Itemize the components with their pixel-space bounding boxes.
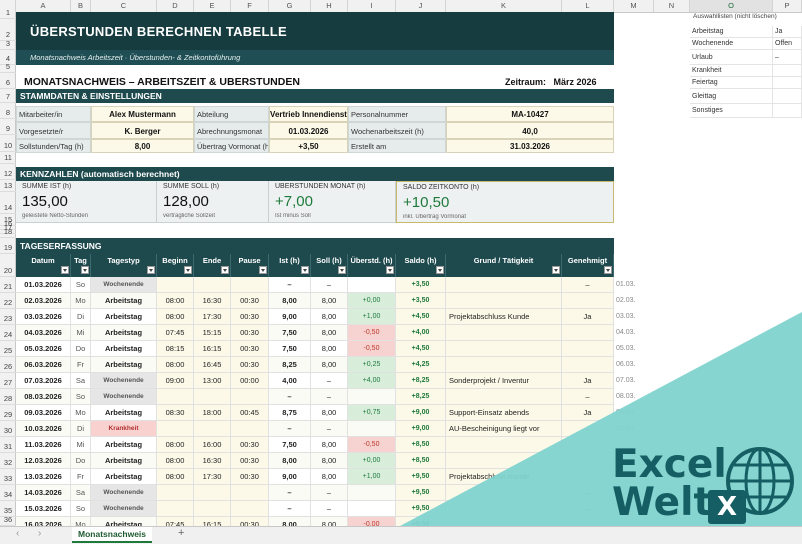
add-sheet-icon[interactable]: +	[178, 527, 184, 539]
logo-word-excel: Excel	[612, 442, 727, 487]
scroll-next-sheet-icon[interactable]: ›	[38, 528, 41, 539]
excel-x-badge-icon: X	[708, 490, 746, 524]
sheet-tab-monatsnachweis[interactable]: Monatsnachweis	[72, 527, 153, 543]
scroll-prev-sheet-icon[interactable]: ‹	[16, 528, 19, 539]
sheet-tab-bar: ‹ › Monatsnachweis +	[0, 526, 802, 544]
logo-word-welt: Welt	[612, 480, 713, 525]
